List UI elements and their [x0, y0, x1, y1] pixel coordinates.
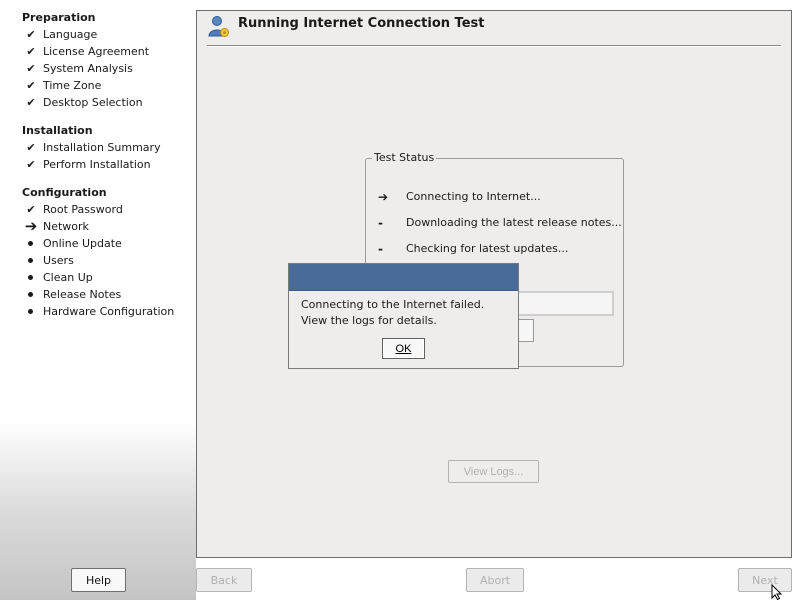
- status-text: Connecting to Internet...: [406, 190, 541, 203]
- mouse-cursor-icon: [771, 584, 783, 600]
- step-label: Online Update: [43, 237, 122, 250]
- step-network: ➔ Network: [22, 218, 174, 235]
- help-button[interactable]: Help: [71, 568, 126, 592]
- ok-button[interactable]: OK: [382, 338, 425, 359]
- step-label: Language: [43, 28, 98, 41]
- check-icon: ✔: [26, 45, 36, 58]
- step-system-analysis: ✔ System Analysis: [22, 60, 149, 77]
- step-time-zone: ✔ Time Zone: [22, 77, 149, 94]
- step-license-agreement: ✔ License Agreement: [22, 43, 149, 60]
- step-online-update: Online Update: [22, 235, 174, 252]
- step-perform-installation: ✔ Perform Installation: [22, 156, 161, 173]
- dialog-titlebar[interactable]: [289, 264, 518, 291]
- section-title-installation: Installation: [22, 124, 93, 137]
- installation-steps-sidebar: Preparation ✔ Language ✔ License Agreement…: [0, 0, 196, 600]
- step-release-notes: Release Notes: [22, 286, 174, 303]
- check-icon: ✔: [26, 203, 36, 216]
- step-hardware-configuration: Hardware Configuration: [22, 303, 174, 320]
- step-users: Users: [22, 252, 174, 269]
- back-button[interactable]: Back: [196, 568, 252, 592]
- view-logs-button[interactable]: View Logs...: [448, 460, 539, 483]
- dialog-message: Connecting to the Internet failed. View …: [301, 298, 485, 327]
- step-desktop-selection: ✔ Desktop Selection: [22, 94, 149, 111]
- title-divider: [207, 45, 781, 47]
- check-icon: ✔: [26, 28, 36, 41]
- next-button[interactable]: Next: [738, 568, 792, 592]
- abort-button[interactable]: Abort: [466, 568, 524, 592]
- step-installation-summary: ✔ Installation Summary: [22, 139, 161, 156]
- error-dialog: Connecting to the Internet failed. View …: [288, 263, 519, 369]
- check-icon: ✔: [26, 158, 36, 171]
- step-label: Root Password: [43, 203, 123, 216]
- user-network-icon: [208, 16, 229, 37]
- step-label: Installation Summary: [43, 141, 161, 154]
- current-step-arrow-icon: ➔: [24, 217, 38, 235]
- step-root-password: ✔ Root Password: [22, 201, 174, 218]
- status-text: Checking for latest updates...: [406, 242, 569, 255]
- step-label: Hardware Configuration: [43, 305, 175, 318]
- step-label: Perform Installation: [43, 158, 151, 171]
- pending-dash-icon: -: [378, 242, 383, 256]
- step-label: Network: [43, 220, 89, 233]
- step-label: Desktop Selection: [43, 96, 143, 109]
- status-text: Downloading the latest release notes...: [406, 216, 622, 229]
- test-status-title: Test Status: [372, 151, 437, 164]
- section-title-preparation: Preparation: [22, 11, 96, 24]
- check-icon: ✔: [26, 79, 36, 92]
- pending-dash-icon: -: [378, 216, 383, 230]
- check-icon: ✔: [26, 62, 36, 75]
- step-label: Clean Up: [43, 271, 93, 284]
- step-clean-up: Clean Up: [22, 269, 174, 286]
- check-icon: ✔: [26, 141, 36, 154]
- section-configuration: Configuration ✔ Root Password ➔ Network On…: [22, 184, 174, 320]
- check-icon: ✔: [26, 96, 36, 109]
- step-label: Time Zone: [43, 79, 102, 92]
- section-preparation: Preparation ✔ Language ✔ License Agreement…: [22, 9, 149, 111]
- step-label: License Agreement: [43, 45, 150, 58]
- section-installation: Installation ✔ Installation Summary ✔ Perf…: [22, 122, 161, 173]
- section-title-configuration: Configuration: [22, 186, 107, 199]
- page-title: Running Internet Connection Test: [238, 16, 485, 31]
- current-arrow-icon: ➔: [378, 190, 389, 204]
- step-label: System Analysis: [43, 62, 133, 75]
- step-language: ✔ Language: [22, 26, 149, 43]
- step-label: Release Notes: [43, 288, 122, 301]
- step-label: Users: [43, 254, 74, 267]
